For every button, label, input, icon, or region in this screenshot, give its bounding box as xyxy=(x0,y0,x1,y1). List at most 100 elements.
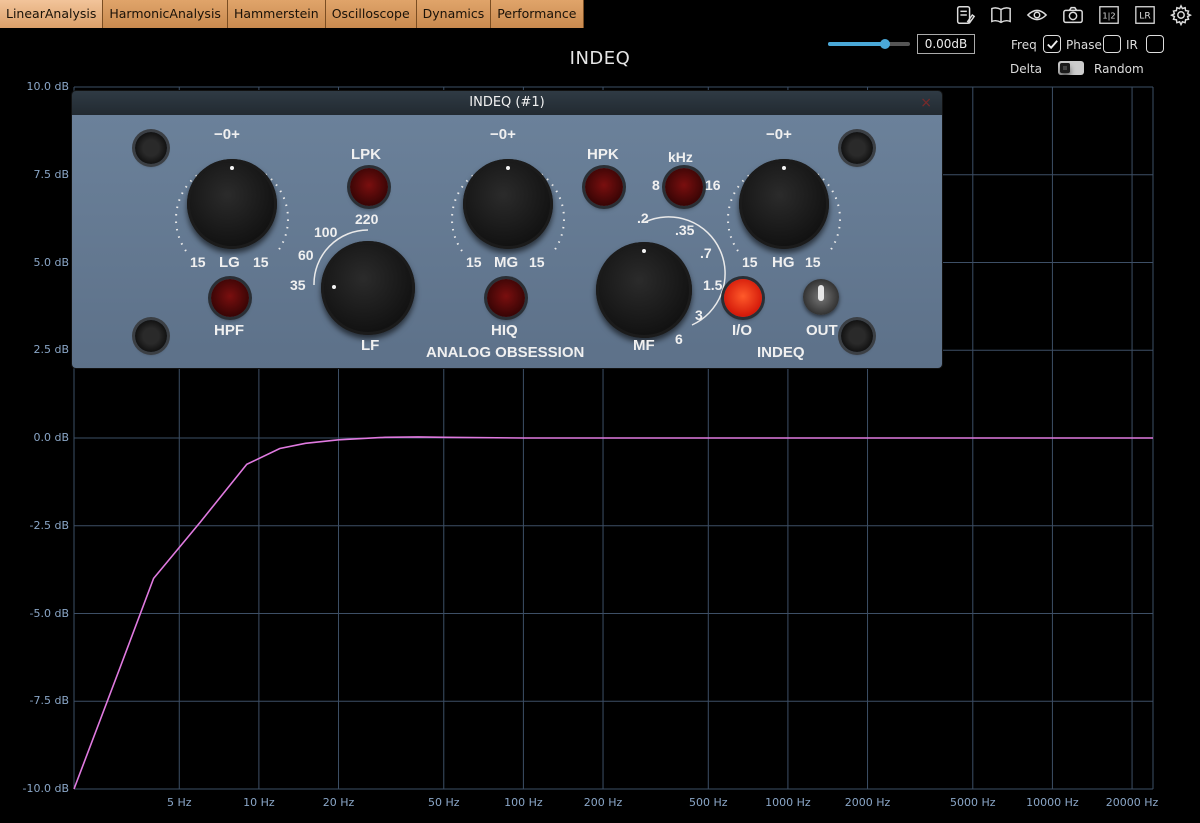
random-label: Random xyxy=(1094,62,1144,76)
ir-checkbox[interactable] xyxy=(1146,35,1164,53)
toggle-knob xyxy=(1060,63,1070,73)
mf-15-label: 1.5 xyxy=(703,277,723,293)
plugin-panel: −0+ 15 LG 15 LPK HPF 220 100 60 35 LF −0… xyxy=(72,115,942,368)
hiq-button[interactable] xyxy=(487,279,525,317)
hg-scale-label: −0+ xyxy=(766,126,792,143)
y-tick-label: 0.0 dB xyxy=(33,431,69,444)
ir-label: IR xyxy=(1126,38,1138,52)
tab-dynamics[interactable]: Dynamics xyxy=(416,0,492,28)
x-tick-label: 5000 Hz xyxy=(950,796,996,809)
lf-knob[interactable] xyxy=(321,241,415,335)
tab-hammerstein[interactable]: Hammerstein xyxy=(227,0,326,28)
knob-pointer xyxy=(332,285,336,289)
knob-pointer xyxy=(230,166,234,170)
toolbar: 1|2 LR xyxy=(952,2,1194,28)
lf-220-label: 220 xyxy=(355,211,379,227)
gain-value-field[interactable]: 0.00dB xyxy=(917,34,975,54)
split-channel-label: 1|2 xyxy=(1102,11,1115,21)
lf-60-label: 60 xyxy=(298,247,314,263)
y-tick-label: 10.0 dB xyxy=(26,80,69,93)
phase-checkbox[interactable] xyxy=(1103,35,1121,53)
x-tick-label: 5 Hz xyxy=(166,796,192,809)
lf-35-label: 35 xyxy=(290,277,306,293)
lr-label: LR xyxy=(1139,11,1151,22)
tab-performance[interactable]: Performance xyxy=(491,0,584,28)
x-tick-label: 50 Hz xyxy=(427,796,460,809)
lf-label: LF xyxy=(361,337,380,354)
plugin-title-bar[interactable]: INDEQ (#1) × xyxy=(72,91,942,115)
khz-button[interactable] xyxy=(665,168,703,206)
plugin-name-label: INDEQ xyxy=(757,344,805,361)
lpk-label: LPK xyxy=(351,146,381,163)
out-label: OUT xyxy=(806,322,838,339)
io-label: I/O xyxy=(732,322,753,339)
x-tick-label: 10 Hz xyxy=(243,796,275,809)
gain-slider-thumb[interactable] xyxy=(880,39,891,49)
mg-max-label: 15 xyxy=(529,254,545,270)
plugin-window-title: INDEQ (#1) xyxy=(469,95,545,110)
y-tick-label: 2.5 dB xyxy=(33,343,69,357)
lg-label: LG xyxy=(219,254,240,271)
x-tick-label: 1000 Hz xyxy=(765,796,811,809)
switch-lever xyxy=(818,285,824,301)
tab-linear-analysis[interactable]: LinearAnalysis xyxy=(0,0,104,28)
tab-oscilloscope[interactable]: Oscilloscope xyxy=(325,0,417,28)
io-button[interactable] xyxy=(724,279,762,317)
mg-min-label: 15 xyxy=(466,254,482,270)
y-tick-label: -10.0 dB xyxy=(22,782,70,795)
mf-035-label: .35 xyxy=(675,222,695,238)
lg-scale-label: −0+ xyxy=(214,126,240,143)
hpk-button[interactable] xyxy=(585,168,623,206)
lf-100-label: 100 xyxy=(314,224,338,240)
book-icon[interactable] xyxy=(988,2,1014,28)
freq-checkbox[interactable] xyxy=(1043,35,1061,53)
split-channel-icon[interactable]: 1|2 xyxy=(1096,2,1122,28)
response-curve xyxy=(73,436,1153,790)
hpk-label: HPK xyxy=(587,146,619,163)
freq-label: Freq xyxy=(1011,38,1037,52)
hg-label: HG xyxy=(772,254,795,271)
hg-knob[interactable] xyxy=(739,159,829,249)
x-tick-label: 2000 Hz xyxy=(844,796,891,809)
out-switch[interactable] xyxy=(803,279,839,315)
hg-max-label: 15 xyxy=(805,254,821,270)
y-tick-label: -2.5 dB xyxy=(29,518,70,532)
mg-label: MG xyxy=(494,254,519,271)
khz-label: kHz xyxy=(668,149,693,165)
mf-02-label: .2 xyxy=(637,210,649,226)
x-tick-label: 200 Hz xyxy=(583,796,623,809)
notes-icon[interactable] xyxy=(952,2,978,28)
x-tick-label: 100 Hz xyxy=(504,796,543,809)
eye-icon[interactable] xyxy=(1024,2,1050,28)
mf-knob[interactable] xyxy=(596,242,692,338)
analysis-tab-bar: LinearAnalysis HarmonicAnalysis Hammerst… xyxy=(0,0,584,28)
camera-icon[interactable] xyxy=(1060,2,1086,28)
delta-random-toggle[interactable] xyxy=(1058,61,1084,75)
mg-knob[interactable] xyxy=(463,159,553,249)
mf-07-label: .7 xyxy=(700,245,712,261)
brand-label: ANALOG OBSESSION xyxy=(426,344,585,361)
knob-pointer xyxy=(642,249,646,253)
hpf-button[interactable] xyxy=(211,279,249,317)
y-tick-label: 7.5 dB xyxy=(33,167,69,181)
checkmark-icon xyxy=(1046,39,1058,49)
gain-slider-fill xyxy=(828,42,886,46)
khz-16-label: 16 xyxy=(705,177,721,193)
lpk-button[interactable] xyxy=(350,168,388,206)
close-icon[interactable]: × xyxy=(920,91,932,115)
knob-pointer xyxy=(506,166,510,170)
plugin-window[interactable]: INDEQ (#1) × −0+ 15 LG 15 LPK HPF 220 10… xyxy=(72,91,942,368)
x-tick-label: 20000 Hz xyxy=(1105,796,1159,809)
gain-slider[interactable] xyxy=(828,36,910,52)
y-tick-label: -7.5 dB xyxy=(29,694,70,708)
lg-max-label: 15 xyxy=(253,254,269,270)
delta-label: Delta xyxy=(1010,62,1043,76)
y-tick-label: 5.0 dB xyxy=(33,255,69,269)
hg-min-label: 15 xyxy=(742,254,758,270)
lg-knob[interactable] xyxy=(187,159,277,249)
tab-harmonic-analysis[interactable]: HarmonicAnalysis xyxy=(103,0,228,28)
gear-icon[interactable] xyxy=(1168,2,1194,28)
lr-icon[interactable]: LR xyxy=(1132,2,1158,28)
x-tick-label: 10000 Hz xyxy=(1026,796,1079,809)
lg-min-label: 15 xyxy=(190,254,206,270)
